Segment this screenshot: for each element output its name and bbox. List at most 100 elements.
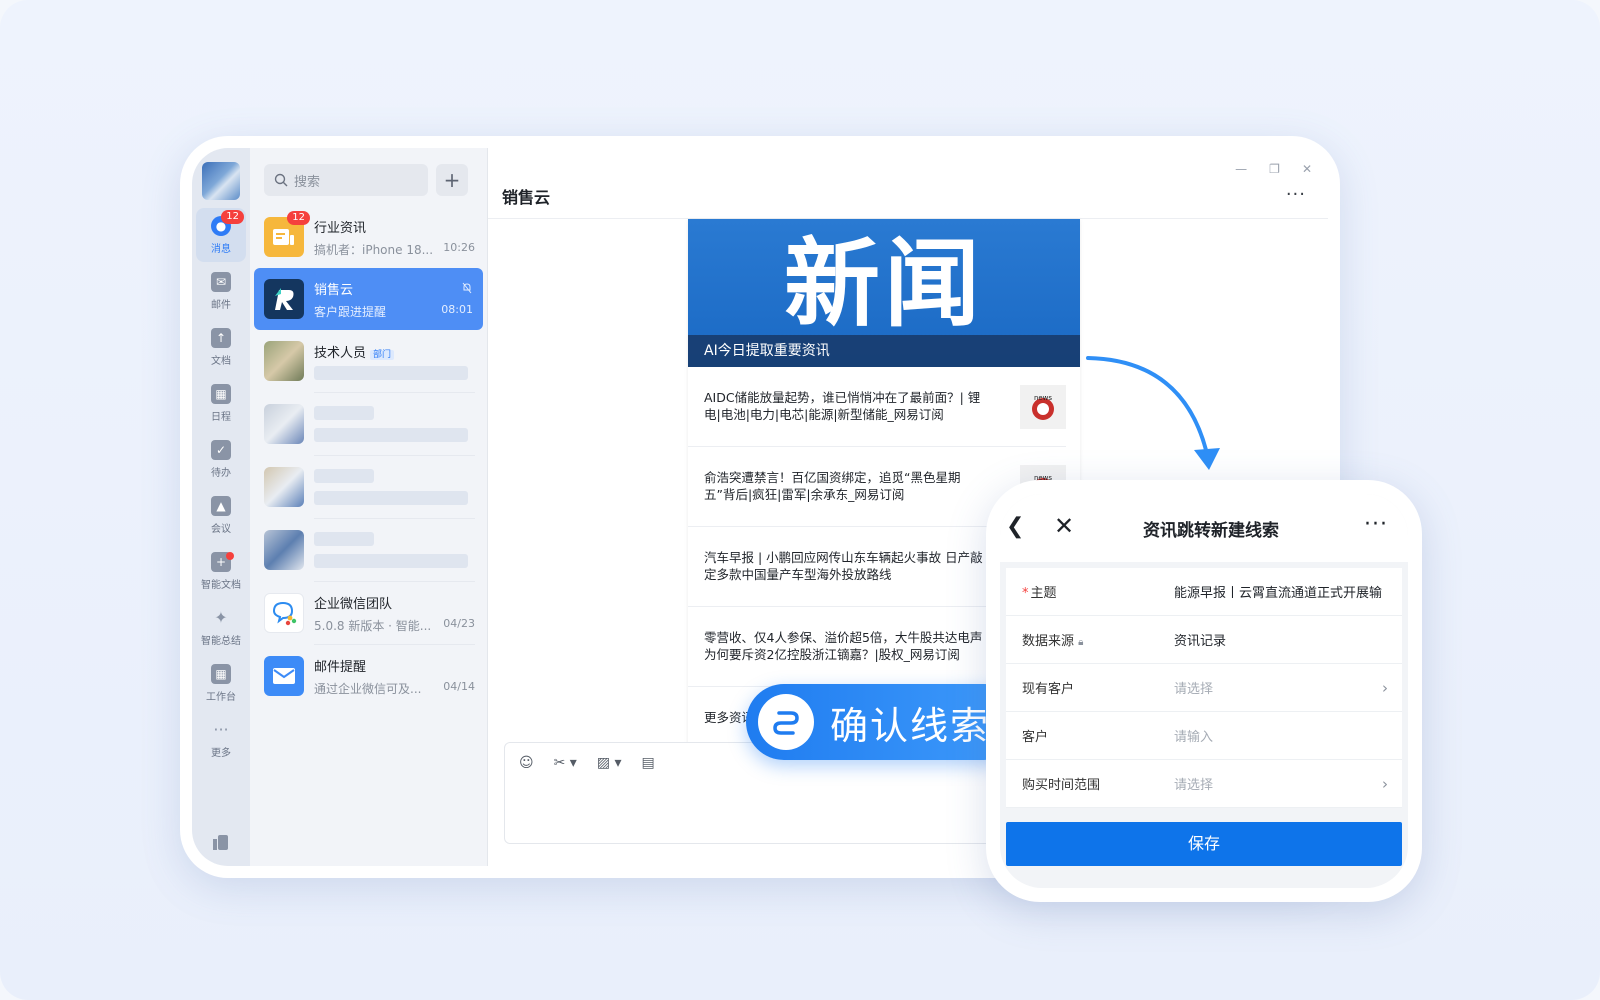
search-input[interactable]: 搜索	[264, 164, 428, 196]
confirm-lead-button[interactable]: 确认线索	[746, 684, 1022, 760]
mail-icon: ✉	[211, 271, 231, 292]
rail-label: 日程	[211, 411, 231, 423]
save-button[interactable]: 保存	[1006, 822, 1402, 866]
user-avatar[interactable]	[202, 162, 240, 200]
chevron-right-icon: ›	[1382, 774, 1388, 793]
field-value[interactable]: 能源早报丨云霄直流通道正式开展输	[1174, 582, 1392, 601]
rail-item-6[interactable]: + 智能文档	[196, 544, 246, 598]
field-label: 购买时间范围	[1022, 778, 1101, 793]
restore-icon[interactable]: ❐	[1269, 162, 1280, 176]
mobile-lead-form: ❮ ✕ 资讯跳转新建线索 ··· * 主题 能源早报丨云霄直流通道正式开展输 数据…	[986, 480, 1422, 902]
rail-item-5[interactable]: ▲ 会议	[196, 488, 246, 542]
nav-rail: ● 消息 12 ✉ 邮件 ↑ 文档 ▦ 日程 ✓ 待办 ▲ 会议 + 智能文档 ✦ 智能总结 ▦ 工作台 ··· 更多	[192, 148, 250, 866]
field-data-source: 数据来源 🔒︎ 资讯记录	[1006, 616, 1402, 664]
rail-label: 智能总结	[201, 635, 241, 647]
field-value[interactable]: 请输入	[1174, 726, 1392, 745]
field-subject[interactable]: * 主题 能源早报丨云霄直流通道正式开展输	[1006, 568, 1402, 616]
news-banner: 新闻 AI今日提取重要资讯	[688, 219, 1080, 367]
rail-item-2[interactable]: ↑ 文档	[196, 320, 246, 374]
news-item-text: 零营收、仅4人参保、溢价超5倍，大牛股共达电声为何要斥资2亿控股浙江镝嘉？|股权…	[704, 630, 983, 662]
scissors-icon[interactable]: ✂ ▾	[554, 755, 577, 771]
file-icon[interactable]: ▤	[642, 755, 655, 771]
rail-item-9[interactable]: ··· 更多	[196, 712, 246, 766]
session-item-sales-cloud[interactable]: 销售云 客户跟进提醒 08:01	[254, 268, 483, 330]
placeholder-avatar	[264, 404, 304, 444]
unread-badge: 12	[221, 210, 244, 224]
banner-title: 新闻	[784, 228, 984, 340]
session-preview: 客户跟进提醒	[314, 304, 387, 319]
rail-label: 消息	[211, 243, 231, 255]
session-item-wecom-team[interactable]: 企业微信团队 5.0.8 新版本 · 智能... 04/23	[250, 582, 487, 644]
session-preview: 通过企业微信可及...	[314, 681, 422, 696]
field-existing-customer[interactable]: 现有客户 请选择 ›	[1006, 664, 1402, 712]
chat-title: 销售云	[502, 188, 551, 207]
grid-apps-icon: ▦	[211, 663, 231, 684]
calendar-icon: ▦	[211, 383, 231, 404]
rail-item-3[interactable]: ▦ 日程	[196, 376, 246, 430]
rail-label: 待办	[211, 467, 231, 479]
rail-item-7[interactable]: ✦ 智能总结	[196, 600, 246, 654]
field-value[interactable]: 请选择	[1174, 678, 1392, 697]
news-logo-icon: news	[1020, 385, 1066, 429]
field-value[interactable]: 请选择	[1174, 774, 1392, 793]
session-preview: 搞机者：iPhone 18...	[314, 242, 434, 257]
minimize-icon[interactable]: —	[1235, 162, 1247, 176]
wecom-logo	[264, 593, 304, 633]
field-purchase-range[interactable]: 购买时间范围 请选择 ›	[1006, 760, 1402, 808]
field-customer[interactable]: 客户 请输入	[1006, 712, 1402, 760]
field-label: 客户	[1022, 730, 1049, 745]
rail-item-0[interactable]: ● 消息 12	[196, 208, 246, 262]
session-item-tech-staff[interactable]: 技术人员 部门	[250, 330, 487, 392]
chevron-right-icon: ›	[1382, 678, 1388, 697]
field-label: 主题	[1030, 586, 1057, 601]
more-icon[interactable]: ···	[1364, 512, 1388, 537]
feedback-icon[interactable]	[211, 832, 231, 852]
mute-bell-icon	[462, 282, 472, 294]
session-time: 10:26	[443, 240, 475, 254]
svg-text:news: news	[1034, 394, 1052, 402]
search-placeholder: 搜索	[294, 174, 321, 190]
banner-subtitle: AI今日提取重要资讯	[688, 335, 1080, 367]
rail-item-4[interactable]: ✓ 待办	[196, 432, 246, 486]
name-placeholder	[314, 406, 374, 420]
session-time: 04/14	[443, 679, 475, 693]
sales-cloud-avatar	[264, 279, 304, 319]
group-avatar	[264, 341, 304, 381]
news-item-text: AIDC储能放量起势，谁已悄悄冲在了最前面？| 锂电|电池|电力|电芯|能源|新…	[704, 390, 981, 422]
preview-placeholder	[314, 491, 468, 505]
field-label: 现有客户	[1022, 682, 1075, 697]
field-label: 数据来源	[1022, 634, 1075, 649]
rail-item-1[interactable]: ✉ 邮件	[196, 264, 246, 318]
session-name: 销售云	[314, 282, 354, 298]
rail-item-8[interactable]: ▦ 工作台	[196, 656, 246, 710]
meeting-icon: ▲	[211, 495, 231, 516]
session-name: 技术人员	[314, 346, 367, 361]
document-icon: ↑	[211, 327, 231, 348]
preview-placeholder	[314, 554, 468, 568]
session-item-mail-reminder[interactable]: 邮件提醒 通过企业微信可及... 04/14	[250, 645, 487, 707]
department-tag: 部门	[370, 350, 395, 360]
required-mark: *	[1022, 586, 1029, 601]
session-name: 行业资讯	[314, 220, 367, 236]
session-item-placeholder[interactable]	[250, 393, 487, 455]
session-time: 08:01	[441, 302, 473, 316]
form-title: 资讯跳转新建线索	[1143, 521, 1279, 541]
emoji-icon[interactable]: ☺	[519, 755, 534, 771]
close-window-icon[interactable]: ✕	[1302, 162, 1312, 176]
mail-app-avatar	[264, 656, 304, 696]
session-list: 搜索 + 12 行业资讯 搞机者：iPhone 18... 10:26 销售云 …	[250, 148, 488, 866]
image-icon[interactable]: ▨ ▾	[597, 755, 622, 771]
session-item-industry-news[interactable]: 12 行业资讯 搞机者：iPhone 18... 10:26	[250, 206, 487, 268]
news-item-text: 汽车早报 | 小鹏回应网传山东车辆起火事故 日产敲定多款中国量产车型海外投放路线	[704, 550, 983, 582]
rail-label: 智能文档	[201, 579, 241, 591]
link-flow-icon	[758, 694, 814, 750]
session-item-placeholder[interactable]	[250, 456, 487, 518]
placeholder-avatar	[264, 530, 304, 570]
flow-arrow-icon	[1086, 356, 1220, 470]
placeholder-avatar	[264, 467, 304, 507]
unread-badge: 12	[287, 211, 310, 225]
news-item[interactable]: AIDC储能放量起势，谁已悄悄冲在了最前面？| 锂电|电池|电力|电芯|能源|新…	[688, 367, 1066, 447]
session-item-placeholder[interactable]	[250, 519, 487, 581]
add-button[interactable]: +	[436, 164, 468, 196]
chat-more-icon[interactable]: ···	[1286, 184, 1306, 205]
